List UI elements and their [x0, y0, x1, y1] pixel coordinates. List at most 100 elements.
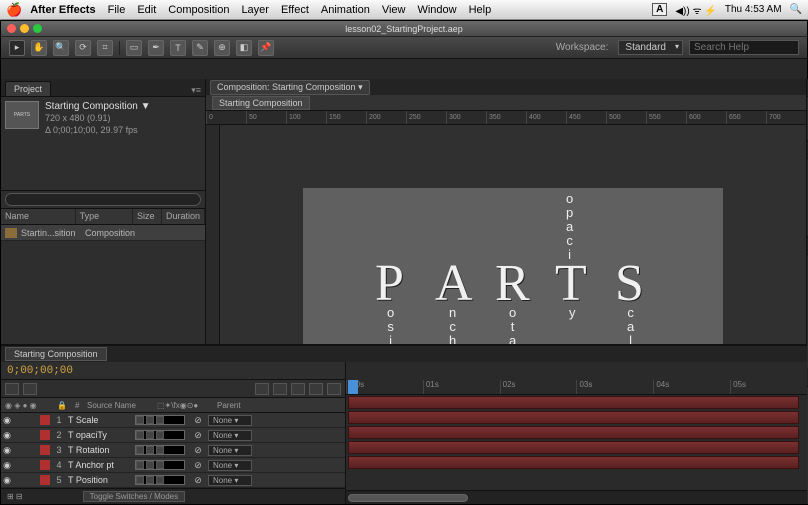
- comp-thumbnail[interactable]: PARTS: [5, 101, 39, 129]
- workspace-select[interactable]: Standard: [618, 40, 683, 55]
- horizontal-ruler: 0501001502002503003504004505005506006507…: [206, 111, 806, 125]
- timeline-left-footer: ⊞ ⊟ Toggle Switches / Modes: [1, 488, 345, 504]
- comp-mini-icon[interactable]: [23, 383, 37, 395]
- mac-menubar: 🍎 After Effects File Edit Composition La…: [0, 0, 808, 20]
- menu-help[interactable]: Help: [469, 4, 492, 16]
- letter-p[interactable]: P: [375, 254, 404, 313]
- help-search-input[interactable]: [689, 40, 799, 55]
- clock[interactable]: Thu 4:53 AM: [725, 4, 782, 15]
- traffic-lights[interactable]: [7, 24, 42, 33]
- motion-blur-icon[interactable]: [291, 383, 305, 395]
- parent-select[interactable]: None ▾: [208, 415, 252, 426]
- label-color[interactable]: [40, 430, 50, 440]
- layer-bar[interactable]: [348, 456, 799, 469]
- col-size[interactable]: Size: [133, 209, 162, 224]
- menu-effect[interactable]: Effect: [281, 4, 309, 16]
- visibility-icon[interactable]: ◉: [1, 475, 13, 486]
- col-type[interactable]: Type: [76, 209, 133, 224]
- zoom-slider[interactable]: [348, 494, 468, 502]
- app-name[interactable]: After Effects: [30, 4, 95, 16]
- status-icons[interactable]: ◀)) ᯤ ⚡: [675, 3, 717, 17]
- layer-bar[interactable]: [348, 426, 799, 439]
- timeline-scrollbar[interactable]: [346, 490, 807, 504]
- letter-s[interactable]: S: [615, 254, 644, 313]
- brainstorm-icon[interactable]: [309, 383, 323, 395]
- eraser-tool-icon[interactable]: ◧: [236, 40, 252, 56]
- spotlight-icon[interactable]: 🔍: [790, 4, 802, 15]
- word-opacity2[interactable]: y: [569, 306, 576, 320]
- window-titlebar: lesson02_StartingProject.aep: [1, 21, 807, 37]
- letter-a[interactable]: A: [435, 254, 473, 313]
- search-layers-icon[interactable]: [5, 383, 19, 395]
- word-opacity[interactable]: opaci: [566, 192, 573, 262]
- layer-bar[interactable]: [348, 396, 799, 409]
- timeline-tracks[interactable]: :00s 01s 02s 03s 04s 05s: [346, 362, 807, 504]
- time-ruler[interactable]: :00s 01s 02s 03s 04s 05s: [346, 362, 807, 395]
- timeline-layer-list: 0;00;00;00 ◉ ◈ ● ◉ 🔒 # S: [1, 362, 346, 504]
- col-duration[interactable]: Duration: [162, 209, 205, 224]
- panel-menu-icon[interactable]: ▾≡: [191, 85, 201, 96]
- layer-bar[interactable]: [348, 411, 799, 424]
- menu-view[interactable]: View: [382, 4, 406, 16]
- project-item[interactable]: Startin...sition Composition: [1, 225, 205, 241]
- clone-tool-icon[interactable]: ⊕: [214, 40, 230, 56]
- visibility-icon[interactable]: ◉: [1, 415, 13, 426]
- rotate-tool-icon[interactable]: ⟳: [75, 40, 91, 56]
- timeline-layer[interactable]: ◉3T Rotation⊘None ▾: [1, 443, 345, 458]
- brush-tool-icon[interactable]: ✎: [192, 40, 208, 56]
- camera-tool-icon[interactable]: ⌗: [97, 40, 113, 56]
- puppet-tool-icon[interactable]: 📌: [258, 40, 274, 56]
- timeline-layer[interactable]: ◉5T Position⊘None ▾: [1, 473, 345, 488]
- visibility-icon[interactable]: ◉: [1, 430, 13, 441]
- item-type: Composition: [85, 228, 135, 238]
- project-header: PARTS Starting Composition ▼ 720 x 480 (…: [1, 97, 205, 191]
- adobe-icon[interactable]: A: [652, 3, 667, 16]
- letter-t[interactable]: T: [555, 254, 587, 313]
- parent-select[interactable]: None ▾: [208, 430, 252, 441]
- visibility-icon[interactable]: ◉: [1, 445, 13, 456]
- label-color[interactable]: [40, 475, 50, 485]
- main-toolbar: ▸ ✋ 🔍 ⟳ ⌗ ▭ ✒ T ✎ ⊕ ◧ 📌 Workspace: Stand…: [1, 37, 807, 59]
- zoom-tool-icon[interactable]: 🔍: [53, 40, 69, 56]
- timeline-layer[interactable]: ◉4T Anchor pt⊘None ▾: [1, 458, 345, 473]
- hand-tool-icon[interactable]: ✋: [31, 40, 47, 56]
- menu-edit[interactable]: Edit: [137, 4, 156, 16]
- shy-icon[interactable]: [255, 383, 269, 395]
- parent-select[interactable]: None ▾: [208, 445, 252, 456]
- timeline-layer[interactable]: ◉2T opaciTy⊘None ▾: [1, 428, 345, 443]
- menu-animation[interactable]: Animation: [321, 4, 370, 16]
- layer-bar[interactable]: [348, 441, 799, 454]
- project-search-input[interactable]: [5, 193, 201, 206]
- label-color[interactable]: [40, 445, 50, 455]
- window-title: lesson02_StartingProject.aep: [345, 24, 463, 34]
- timeline-layer[interactable]: ◉1T Scale⊘None ▾: [1, 413, 345, 428]
- apple-icon[interactable]: 🍎: [6, 2, 22, 18]
- comp-tab[interactable]: Composition: Starting Composition ▾: [210, 80, 370, 95]
- playhead-icon[interactable]: [348, 380, 358, 394]
- pen-tool-icon[interactable]: ✒: [148, 40, 164, 56]
- menu-window[interactable]: Window: [417, 4, 456, 16]
- expand-icon[interactable]: ⊞ ⊟: [7, 492, 23, 501]
- comp-icon: [5, 228, 17, 238]
- parent-select[interactable]: None ▾: [208, 475, 252, 486]
- toggle-switches-button[interactable]: Toggle Switches / Modes: [83, 491, 186, 502]
- current-timecode[interactable]: 0;00;00;00: [7, 365, 73, 377]
- menu-composition[interactable]: Composition: [168, 4, 229, 16]
- text-tool-icon[interactable]: T: [170, 40, 186, 56]
- col-name[interactable]: Name: [1, 209, 76, 224]
- frame-blend-icon[interactable]: [273, 383, 287, 395]
- parent-select[interactable]: None ▾: [208, 460, 252, 471]
- label-color[interactable]: [40, 415, 50, 425]
- rect-tool-icon[interactable]: ▭: [126, 40, 142, 56]
- comp-subtab[interactable]: Starting Composition: [212, 96, 310, 110]
- timeline-tab[interactable]: Starting Composition: [5, 347, 107, 361]
- layer-name: T Rotation: [65, 445, 135, 455]
- letter-r[interactable]: R: [495, 254, 530, 313]
- visibility-icon[interactable]: ◉: [1, 460, 13, 471]
- menu-layer[interactable]: Layer: [241, 4, 269, 16]
- label-color[interactable]: [40, 460, 50, 470]
- graph-editor-icon[interactable]: [327, 383, 341, 395]
- selection-tool-icon[interactable]: ▸: [9, 40, 25, 56]
- project-tab[interactable]: Project: [5, 81, 51, 96]
- menu-file[interactable]: File: [108, 4, 126, 16]
